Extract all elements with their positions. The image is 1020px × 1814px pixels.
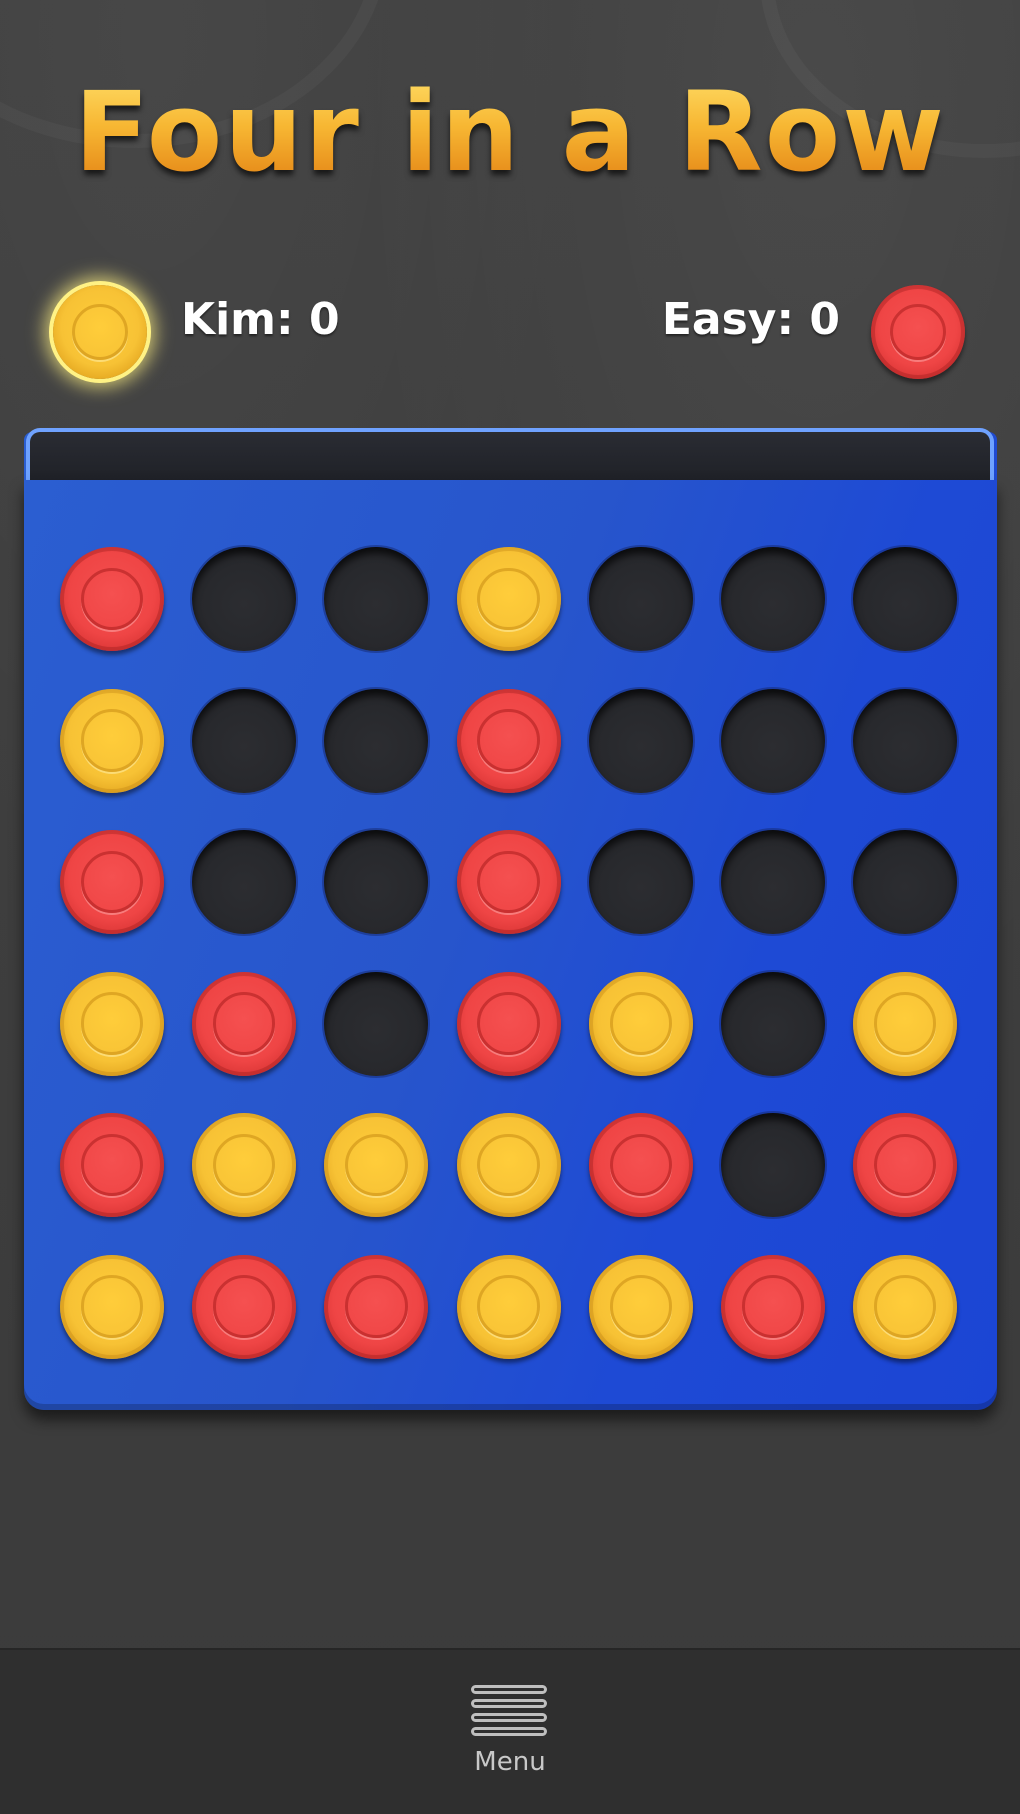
yellow-disc[interactable]	[853, 1254, 958, 1359]
yellow-disc[interactable]	[324, 1113, 429, 1217]
yellow-disc[interactable]	[456, 1254, 561, 1359]
game-board[interactable]	[24, 480, 997, 1410]
drop-slot[interactable]	[26, 428, 994, 486]
menu-label: Menu	[474, 1747, 546, 1777]
board-hole[interactable]	[853, 830, 958, 934]
player2-score: Easy: 0	[661, 294, 840, 345]
game-screen: Four in a Row Kim: 0 Easy: 0 Menu	[0, 0, 1020, 1814]
red-disc[interactable]	[456, 830, 561, 934]
board-hole[interactable]	[721, 688, 825, 793]
player1-score: Kim: 0	[181, 294, 340, 345]
board-hole[interactable]	[192, 830, 297, 934]
yellow-disc[interactable]	[853, 971, 958, 1076]
board-hole[interactable]	[721, 547, 825, 651]
yellow-disc[interactable]	[60, 688, 164, 793]
yellow-disc[interactable]	[192, 1113, 297, 1217]
red-disc[interactable]	[456, 971, 561, 1076]
player2-disc-indicator	[871, 285, 965, 379]
yellow-disc[interactable]	[588, 971, 693, 1076]
board-hole[interactable]	[324, 971, 429, 1076]
red-disc[interactable]	[588, 1113, 693, 1217]
game-title: Four in a Row	[0, 68, 1020, 196]
red-disc[interactable]	[60, 547, 164, 651]
board-hole[interactable]	[192, 688, 297, 793]
board-hole[interactable]	[588, 688, 693, 793]
red-disc[interactable]	[60, 830, 164, 934]
board-hole[interactable]	[853, 547, 958, 651]
player1-disc-indicator	[53, 285, 147, 379]
red-disc[interactable]	[456, 688, 561, 793]
board-hole[interactable]	[324, 830, 429, 934]
red-disc[interactable]	[853, 1113, 958, 1217]
hamburger-icon	[471, 1683, 547, 1739]
red-disc[interactable]	[60, 1113, 164, 1217]
red-disc[interactable]	[192, 971, 297, 1076]
yellow-disc[interactable]	[456, 547, 561, 651]
board-hole[interactable]	[853, 688, 958, 793]
board-hole[interactable]	[721, 1113, 825, 1217]
yellow-disc[interactable]	[456, 1113, 561, 1217]
board-hole[interactable]	[324, 547, 429, 651]
board-hole[interactable]	[324, 688, 429, 793]
red-disc[interactable]	[192, 1254, 297, 1359]
board-hole[interactable]	[588, 830, 693, 934]
yellow-disc[interactable]	[60, 1254, 164, 1359]
yellow-disc[interactable]	[60, 971, 164, 1076]
red-disc[interactable]	[324, 1254, 429, 1359]
board-hole[interactable]	[588, 547, 693, 651]
board-hole[interactable]	[721, 830, 825, 934]
yellow-disc[interactable]	[588, 1254, 693, 1359]
red-disc[interactable]	[721, 1254, 825, 1359]
menu-button[interactable]: Menu	[440, 1675, 580, 1797]
board-hole[interactable]	[721, 971, 825, 1076]
board-hole[interactable]	[192, 547, 297, 651]
